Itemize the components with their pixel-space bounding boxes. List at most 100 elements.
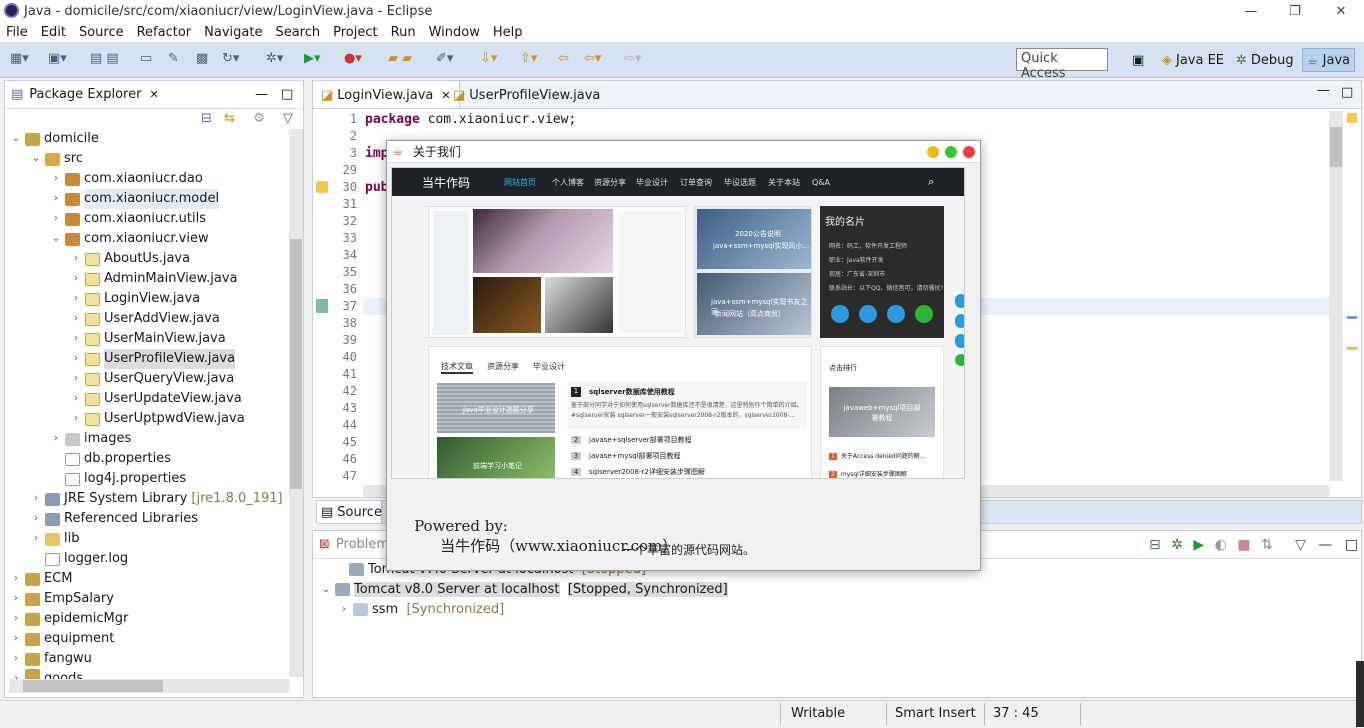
site-nav-item[interactable]: 网站首页 [504, 177, 536, 188]
minimize-editor-icon[interactable]: — [1317, 83, 1330, 98]
console-icon[interactable]: ▭ [140, 50, 152, 68]
dialog-close-button[interactable] [963, 146, 975, 158]
site-nav-item[interactable]: 关于本站 [768, 177, 800, 188]
dialog-minimize-button[interactable] [927, 146, 939, 158]
tree-item[interactable]: › ECM [9, 569, 73, 589]
tree-item-selected[interactable]: › UserProfileView.java [69, 349, 236, 369]
debug-server-icon[interactable]: ✲ [1171, 537, 1183, 553]
perspective-java-ee[interactable]: ◈ Java EE [1158, 48, 1228, 72]
site-tab[interactable]: 资源分享 [487, 361, 519, 374]
minimize-view-icon[interactable]: — [1318, 537, 1332, 553]
perspective-debug[interactable]: ✲ Debug [1232, 48, 1298, 72]
menu-file[interactable]: File [6, 25, 28, 40]
refresh-icon[interactable]: ↻▾ [222, 50, 239, 68]
featured-article[interactable]: 1 sqlserver数据库使用教程 鉴于部分同学对于如何使用sqlserver… [567, 383, 807, 429]
tree-item[interactable]: › fangwu [9, 649, 92, 669]
tree-item[interactable]: logger.log [29, 549, 128, 569]
site-tab[interactable]: 毕业设计 [533, 361, 565, 374]
explorer-vscroll-thumb[interactable] [290, 239, 302, 489]
prev-annotation-icon[interactable]: ⇧▾ [520, 50, 537, 68]
run-icon[interactable]: ▶▾ [304, 50, 321, 68]
start-server-icon[interactable]: ▶ [1193, 537, 1204, 553]
close-view-icon[interactable]: ✕ [149, 88, 158, 101]
tree-item[interactable]: › images [49, 429, 131, 449]
tree-item[interactable]: › com.xiaoniucr.model [49, 189, 220, 209]
tree-item[interactable]: › equipment [9, 629, 114, 649]
minimize-view-icon[interactable]: — [255, 87, 268, 102]
qq-icon[interactable] [859, 305, 877, 323]
stop-server-icon[interactable]: ■ [1237, 537, 1250, 553]
menu-navigate[interactable]: Navigate [204, 25, 262, 40]
tab-loginview[interactable]: ◪ LoginView.java ✕ [313, 81, 460, 109]
dialog-maximize-button[interactable] [945, 146, 957, 158]
maximize-editor-icon[interactable]: □ [1341, 85, 1353, 100]
editor-vscrollbar[interactable] [1329, 111, 1343, 481]
tree-item[interactable]: › goods [9, 669, 83, 679]
site-nav-item[interactable]: 毕设选题 [724, 177, 756, 188]
server-module-row[interactable]: › ssm [Synchronized] [337, 599, 504, 619]
qq-icon[interactable] [831, 305, 849, 323]
rank-row[interactable]: 1 关于Access denied问题的解... [829, 451, 925, 460]
minimize-button[interactable]: — [1228, 0, 1274, 22]
filter-icon[interactable]: ⚙ [253, 111, 265, 126]
source-tab[interactable]: ▤ Source [316, 500, 382, 524]
tree-item[interactable]: log4j.properties [49, 469, 186, 489]
tree-item[interactable]: › JRE System Library [jre1.8.0_191] [29, 489, 283, 509]
tree-item[interactable]: › EmpSalary [9, 589, 114, 609]
explorer-vscrollbar[interactable] [289, 129, 303, 677]
qq-icon[interactable] [955, 294, 964, 308]
qq-icon[interactable] [955, 314, 964, 328]
collapse-icon[interactable]: ⊟ [1149, 537, 1161, 553]
menu-window[interactable]: Window [429, 25, 480, 40]
last-edit-icon[interactable]: ⇦ [558, 50, 569, 68]
search-tool-icon[interactable]: ✐▾ [436, 50, 453, 68]
maximize-button[interactable]: ❐ [1272, 0, 1318, 22]
maximize-view-icon[interactable]: □ [281, 87, 293, 102]
link-editor-icon[interactable]: ⇆ [224, 111, 235, 126]
open-type-icon[interactable]: ▰ ▰ [388, 50, 412, 68]
article-row[interactable]: 2 javase+sqlserver部署项目教程 [571, 435, 692, 445]
package-icon[interactable]: ▩ [196, 50, 208, 68]
collapse-all-icon[interactable]: ⊟ [201, 111, 212, 126]
save-all-icon[interactable]: ▤ ▤ [90, 50, 119, 68]
wechat-icon[interactable] [915, 305, 933, 323]
tree-item[interactable]: › com.xiaoniucr.utils [49, 209, 206, 229]
site-search-icon[interactable]: ⌕ [928, 175, 934, 189]
next-annotation-icon[interactable]: ⇩▾ [480, 50, 497, 68]
server-row[interactable]: ⌄ Tomcat v8.0 Server at localhost [Stoppe… [319, 579, 728, 599]
maximize-view-icon[interactable]: □ [1345, 537, 1358, 553]
tree-item[interactable]: › AdminMainView.java [69, 269, 238, 289]
site-nav-item[interactable]: 毕业设计 [636, 177, 668, 188]
tree-item[interactable]: ⌄ com.xiaoniucr.view [49, 229, 209, 249]
menu-source[interactable]: Source [79, 25, 124, 40]
menu-project[interactable]: Project [333, 25, 377, 40]
forward-icon[interactable]: ⇨▾ [624, 50, 641, 68]
skip-breakpoints-icon[interactable]: ✎ [168, 50, 179, 68]
menu-run[interactable]: Run [391, 25, 416, 40]
new-icon[interactable]: ▦▾ [10, 50, 29, 68]
site-nav-item[interactable]: 资源分享 [594, 177, 626, 188]
close-button[interactable]: ✕ [1318, 0, 1364, 22]
save-icon[interactable]: ▣▾ [48, 50, 67, 68]
debug-icon[interactable]: ✲▾ [266, 50, 283, 68]
profile-server-icon[interactable]: ◐ [1215, 537, 1227, 553]
tree-item[interactable]: ⌄ domicile [9, 129, 99, 149]
tab-userprofileview[interactable]: ◪ UserProfileView.java [445, 81, 608, 109]
tree-item[interactable]: › epidemicMgr [9, 609, 128, 629]
tree-item[interactable]: › UserAddView.java [69, 309, 220, 329]
site-nav-item[interactable]: 订单查询 [680, 177, 712, 188]
tree-item[interactable]: › com.xiaoniucr.dao [49, 169, 203, 189]
tree-item[interactable]: › LoginView.java [69, 289, 200, 309]
open-perspective-button[interactable]: ▣ [1128, 48, 1148, 72]
site-nav-item[interactable]: 个人博客 [552, 177, 584, 188]
tree-item[interactable]: › AboutUs.java [69, 249, 190, 269]
tree-item[interactable]: › UserQueryView.java [69, 369, 234, 389]
tree-item[interactable]: › UserMainView.java [69, 329, 226, 349]
wechat-icon[interactable] [955, 354, 964, 366]
menu-search[interactable]: Search [275, 25, 320, 40]
tree-item[interactable]: › lib [29, 529, 79, 549]
article-row[interactable]: 3 javase+mysql部署项目教程 [571, 451, 680, 461]
quick-access-input[interactable]: Quick Access [1016, 48, 1108, 81]
coverage-icon[interactable]: ●▾ [344, 50, 362, 68]
article-row[interactable]: 4 sqlserver2008-r2详细安装步骤图解 [571, 467, 705, 477]
